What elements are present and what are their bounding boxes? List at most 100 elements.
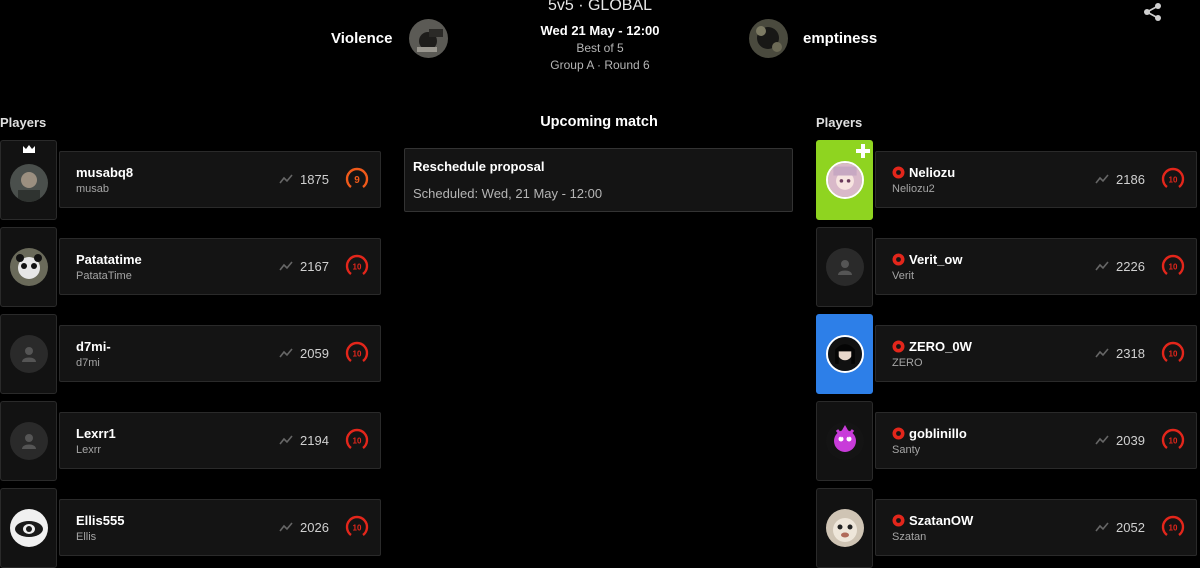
captain-crown-icon [22,145,35,153]
skill-level-icon: 10 [345,254,369,275]
player-nickname: ZERO [892,357,923,369]
player-nickname: d7mi [76,357,100,369]
player-card[interactable]: Verit_ow Verit 2226 10 [875,238,1197,295]
level-badge-icon [892,514,905,527]
player-nickname: Lexrr [76,444,102,456]
avatar [9,248,48,286]
match-date: Wed 21 May - 12:00 [540,23,660,38]
trend-icon [279,435,293,445]
player-name[interactable]: goblinillo [909,426,967,441]
skill-level-icon: 9 [345,167,369,188]
avatar [9,164,48,202]
player-card[interactable]: d7mi- d7mi 2059 10 [59,325,381,382]
player-elo: 2186 [1116,172,1145,187]
team-left-logo[interactable] [409,19,448,58]
player-elo: 2167 [300,259,329,274]
player-nickname: Ellis [76,531,97,543]
player-nickname: Santy [892,444,921,456]
right-players-title: Players [816,115,863,130]
player-name[interactable]: Verit_ow [909,252,962,267]
player-name[interactable]: SzatanOW [909,513,973,528]
player-name[interactable]: ZERO_0W [909,339,972,354]
player-elo: 1875 [300,172,329,187]
default-avatar-icon [9,335,48,373]
player-avatar-tile[interactable] [0,488,57,568]
trend-icon [1095,435,1109,445]
player-nickname: PatataTime [76,270,132,282]
skill-level-icon: 10 [1161,341,1185,362]
trend-icon [1095,174,1109,184]
level-badge-icon [892,427,905,440]
player-card[interactable]: ZERO_0W ZERO 2318 10 [875,325,1197,382]
player-avatar-tile[interactable] [0,314,57,394]
share-icon[interactable] [1143,2,1163,22]
skill-level-icon: 10 [1161,254,1185,275]
trend-icon [279,174,293,184]
team-right-name[interactable]: emptiness [803,30,877,47]
player-card[interactable]: Neliozu Neliozu2 2186 10 [875,151,1197,208]
match-info: Wed 21 May - 12:00 Best of 5 Group A · R… [500,22,700,74]
scheduled-time: Scheduled: Wed, 21 May - 12:00 [413,186,603,201]
player-elo: 2226 [1116,259,1145,274]
player-name[interactable]: Neliozu [909,165,955,180]
skill-level-icon: 10 [345,341,369,362]
trend-icon [279,261,293,271]
player-card[interactable]: Patatatime PatataTime 2167 10 [59,238,381,295]
player-avatar-tile[interactable] [0,401,57,481]
default-avatar-icon [9,422,48,460]
default-avatar-icon [825,248,864,286]
player-avatar-tile[interactable] [816,401,873,481]
player-card[interactable]: SzatanOW Szatan 2052 10 [875,499,1197,556]
svg-text:9: 9 [354,175,360,186]
svg-text:10: 10 [353,350,362,359]
team-left-name[interactable]: Violence [331,30,392,47]
player-name[interactable]: Patatatime [76,252,142,267]
player-name[interactable]: musabq8 [76,165,133,180]
level-badge-icon [892,253,905,266]
player-avatar-tile[interactable] [816,140,873,220]
player-elo: 2026 [300,520,329,535]
match-group-round: Group A · Round 6 [550,58,650,72]
match-mode: 5v5 · GLOBAL [547,0,653,14]
skill-level-icon: 10 [1161,515,1185,536]
skill-level-icon: 10 [1161,428,1185,449]
player-nickname: Neliozu2 [892,183,935,195]
trend-icon [279,522,293,532]
avatar [825,509,864,547]
player-card[interactable]: goblinillo Santy 2039 10 [875,412,1197,469]
skill-level-icon: 10 [1161,167,1185,188]
svg-text:10: 10 [1169,524,1178,533]
svg-text:10: 10 [353,524,362,533]
player-nickname: musab [76,183,110,195]
player-nickname: Szatan [892,531,927,543]
team-right-logo[interactable] [749,19,788,58]
player-elo: 2194 [300,433,329,448]
player-elo: 2052 [1116,520,1145,535]
trend-icon [1095,348,1109,358]
svg-text:10: 10 [1169,263,1178,272]
player-avatar-tile[interactable] [0,140,57,220]
skill-level-icon: 10 [345,428,369,449]
player-avatar-tile[interactable] [816,314,873,394]
match-best-of: Best of 5 [576,41,624,55]
player-avatar-tile[interactable] [0,227,57,307]
player-elo: 2318 [1116,346,1145,361]
avatar [825,335,864,373]
player-card[interactable]: Ellis555 Ellis 2026 10 [59,499,381,556]
match-header: 5v5 · GLOBAL Violence Wed 21 May - 12:00… [0,0,1200,100]
reschedule-proposal-card[interactable]: Reschedule proposal Scheduled: Wed, 21 M… [404,148,793,212]
trend-icon [1095,261,1109,271]
svg-text:10: 10 [1169,176,1178,185]
svg-text:10: 10 [1169,350,1178,359]
player-avatar-tile[interactable] [816,227,873,307]
player-avatar-tile[interactable] [816,488,873,568]
player-name[interactable]: Ellis555 [76,513,124,528]
player-card[interactable]: Lexrr1 Lexrr 2194 10 [59,412,381,469]
avatar [825,422,864,460]
plus-icon [856,144,870,158]
player-name[interactable]: d7mi- [76,339,111,354]
player-elo: 2059 [300,346,329,361]
skill-level-icon: 10 [345,515,369,536]
player-card[interactable]: musabq8 musab 1875 9 [59,151,381,208]
player-name[interactable]: Lexrr1 [76,426,116,441]
